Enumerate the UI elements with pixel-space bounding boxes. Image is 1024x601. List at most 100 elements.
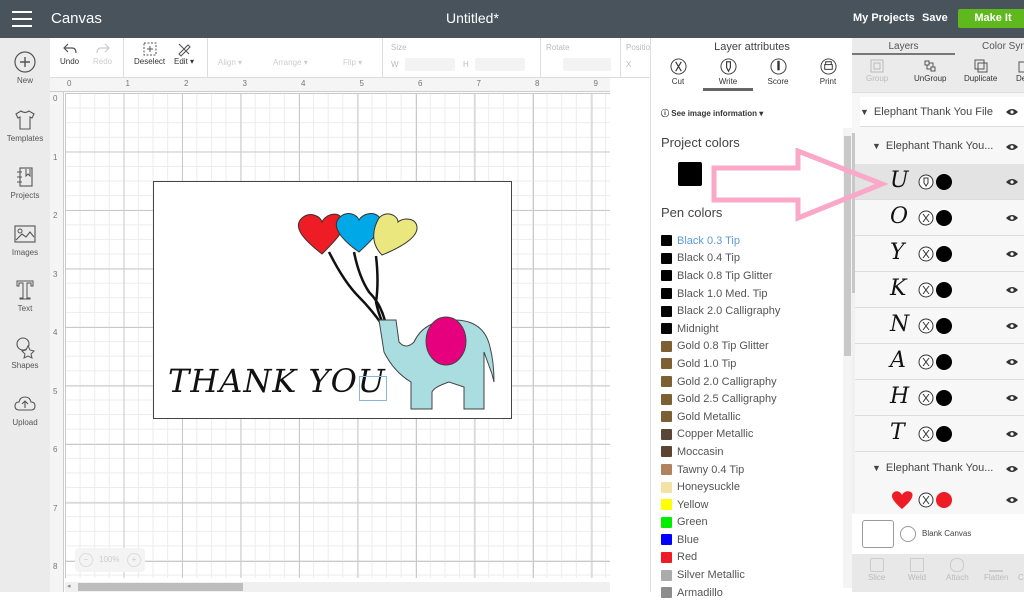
layer-row[interactable]: O: [852, 200, 1024, 236]
eye-icon[interactable]: [1006, 250, 1018, 258]
height-input[interactable]: [475, 58, 525, 71]
sidebar-item-text[interactable]: Text: [0, 278, 50, 330]
eye-icon[interactable]: [1006, 394, 1018, 402]
tab-write[interactable]: Write: [703, 58, 753, 91]
tab-color-sync[interactable]: Color Sync: [955, 38, 1024, 55]
pen-color-item[interactable]: Black 0.3 Tip: [661, 232, 841, 250]
save-button[interactable]: Save: [922, 12, 948, 24]
pen-color-item[interactable]: Blue: [661, 531, 841, 549]
tab-score[interactable]: Score: [753, 58, 803, 86]
eye-icon[interactable]: [1006, 358, 1018, 366]
tab-layers[interactable]: Layers: [852, 38, 955, 55]
pen-color-item[interactable]: Black 0.4 Tip: [661, 250, 841, 268]
document-title[interactable]: Untitled*: [446, 10, 499, 26]
layer-group-letters[interactable]: ▼ Elephant Thank You...: [872, 131, 1024, 161]
eye-icon[interactable]: [1006, 322, 1018, 330]
attach-button[interactable]: Attach: [946, 558, 969, 582]
scrollbar-thumb[interactable]: [844, 136, 851, 356]
eye-icon[interactable]: [1006, 430, 1018, 438]
canvas-color-circle[interactable]: [900, 526, 916, 542]
layer-color-dot[interactable]: [936, 492, 952, 508]
layer-color-dot[interactable]: [936, 318, 952, 334]
see-image-info-dropdown[interactable]: ⓘ See image information ▾: [661, 108, 763, 119]
layer-row[interactable]: T: [852, 416, 1024, 452]
arrange-dropdown[interactable]: Arrange ▾: [273, 58, 308, 67]
pen-color-item[interactable]: Tawny 0.4 Tip: [661, 461, 841, 479]
horizontal-scrollbar[interactable]: ◂: [65, 582, 610, 592]
layer-row[interactable]: N: [852, 308, 1024, 344]
attributes-scrollbar[interactable]: [843, 128, 852, 588]
make-it-button[interactable]: Make It: [958, 9, 1024, 28]
eye-icon[interactable]: [1006, 496, 1018, 504]
selection-box[interactable]: [359, 376, 387, 401]
pen-color-item[interactable]: Black 0.8 Tip Glitter: [661, 267, 841, 285]
deselect-button[interactable]: Deselect: [134, 41, 165, 66]
pen-color-item[interactable]: Black 1.0 Med. Tip: [661, 285, 841, 303]
project-color-swatch[interactable]: [678, 162, 702, 186]
layer-row[interactable]: Y: [852, 236, 1024, 272]
delete-button[interactable]: Delete: [1016, 59, 1024, 83]
layer-color-dot[interactable]: [936, 174, 952, 190]
layer-row[interactable]: A: [852, 344, 1024, 380]
slice-button[interactable]: Slice: [868, 558, 885, 582]
scroll-left-arrow-icon[interactable]: ◂: [67, 582, 71, 590]
sidebar-item-shapes[interactable]: Shapes: [0, 335, 50, 387]
zoom-in-button[interactable]: +: [127, 553, 141, 567]
blank-canvas-swatch[interactable]: [862, 520, 894, 548]
scrollbar-thumb[interactable]: [852, 133, 855, 293]
eye-icon[interactable]: [1006, 143, 1018, 151]
undo-button[interactable]: Undo: [60, 41, 79, 66]
sidebar-item-templates[interactable]: Templates: [0, 108, 50, 160]
scrollbar-thumb[interactable]: [78, 583, 243, 591]
pen-color-item[interactable]: Silver Metallic: [661, 566, 841, 584]
tab-print[interactable]: Print: [803, 58, 853, 86]
layer-group-elephant[interactable]: ▼ Elephant Thank You...: [872, 453, 1024, 483]
layer-color-dot[interactable]: [936, 426, 952, 442]
expand-triangle-icon[interactable]: ▼: [872, 463, 881, 473]
pen-color-item[interactable]: Armadillo: [661, 584, 841, 601]
sidebar-item-projects[interactable]: Projects: [0, 165, 50, 217]
sidebar-item-upload[interactable]: Upload: [0, 392, 50, 444]
eye-icon[interactable]: [1006, 286, 1018, 294]
pen-color-item[interactable]: Black 2.0 Calligraphy: [661, 302, 841, 320]
eye-icon[interactable]: [1006, 108, 1018, 116]
layer-group-root[interactable]: ▼ Elephant Thank You File: [860, 97, 1024, 127]
zoom-out-button[interactable]: −: [79, 553, 93, 567]
sidebar-item-new[interactable]: New: [0, 50, 50, 102]
ungroup-button[interactable]: UnGroup: [914, 59, 946, 83]
my-projects-link[interactable]: My Projects: [853, 12, 915, 24]
expand-triangle-icon[interactable]: ▼: [860, 107, 869, 117]
sidebar-item-images[interactable]: Images: [0, 222, 50, 274]
pen-color-item[interactable]: Moccasin: [661, 443, 841, 461]
blank-canvas-row[interactable]: Blank Canvas: [852, 514, 1024, 554]
pen-color-item[interactable]: Gold 1.0 Tip: [661, 355, 841, 373]
layer-color-dot[interactable]: [936, 354, 952, 370]
redo-button[interactable]: Redo: [93, 41, 112, 66]
layers-scrollbar[interactable]: [852, 133, 855, 513]
layer-color-dot[interactable]: [936, 282, 952, 298]
expand-triangle-icon[interactable]: ▼: [872, 141, 881, 151]
pen-color-item[interactable]: Midnight: [661, 320, 841, 338]
layer-row[interactable]: H: [852, 380, 1024, 416]
layer-row[interactable]: K: [852, 272, 1024, 308]
pen-color-item[interactable]: Green: [661, 514, 841, 532]
width-input[interactable]: [405, 58, 455, 71]
edit-dropdown[interactable]: Edit ▾: [174, 41, 194, 66]
pen-color-item[interactable]: Copper Metallic: [661, 426, 841, 444]
layer-row-heart[interactable]: [852, 486, 1024, 514]
eye-icon[interactable]: [1006, 214, 1018, 222]
pen-color-item[interactable]: Gold Metallic: [661, 408, 841, 426]
layer-row[interactable]: U: [852, 164, 1024, 200]
eye-icon[interactable]: [1006, 465, 1018, 473]
layer-color-dot[interactable]: [936, 210, 952, 226]
layer-color-dot[interactable]: [936, 246, 952, 262]
contour-button[interactable]: Contour: [1018, 558, 1024, 582]
pen-color-item[interactable]: Gold 2.0 Calligraphy: [661, 373, 841, 391]
weld-button[interactable]: Weld: [908, 558, 926, 582]
hamburger-menu-icon[interactable]: [12, 11, 32, 27]
duplicate-button[interactable]: Duplicate: [964, 59, 997, 83]
eye-icon[interactable]: [1006, 178, 1018, 186]
layer-color-dot[interactable]: [936, 390, 952, 406]
card-design[interactable]: THANK YOU: [153, 181, 512, 419]
rotate-input[interactable]: [563, 58, 611, 71]
